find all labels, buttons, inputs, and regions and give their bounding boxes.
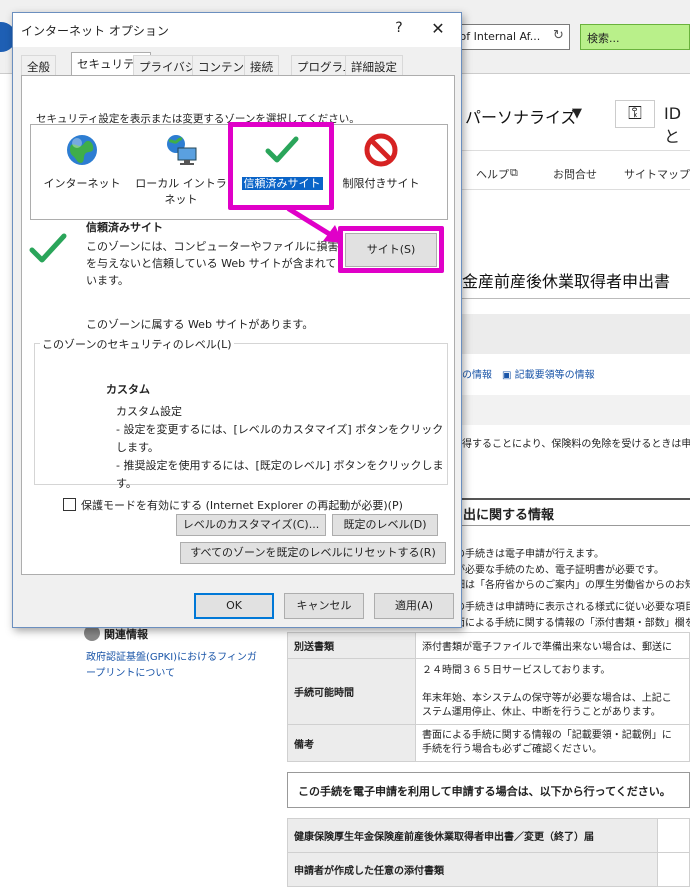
body-line: の手続きは申請時に表示される様式に従い必要な項目を xyxy=(455,602,690,613)
refresh-icon[interactable]: ↻ xyxy=(553,28,564,43)
info-band-2 xyxy=(455,395,690,425)
table-header: 健康保険厚生年金保険産前産後休業取得者申出書／変更（終了）届 xyxy=(287,818,658,853)
info-links[interactable]: の情報 ▣ 記載要領等の情報 xyxy=(462,366,595,381)
highlight-sites-button xyxy=(338,226,444,273)
zone-note: このゾーンに属する Web サイトがあります。 xyxy=(86,318,314,331)
body-text: 得することにより、保険料の免除を受けるときは申出が xyxy=(462,439,690,450)
tab-advanced[interactable]: 詳細設定 xyxy=(345,55,403,76)
form-table: 健康保険厚生年金保険産前産後休業取得者申出書／変更（終了）届 申請者が作成した任… xyxy=(287,818,690,887)
procedure-table: 別送書類 添付書類が電子ファイルで準備出来ない場合は、郵送に 手続可能時間 ２４時間… xyxy=(287,632,690,762)
tab-general[interactable]: 全般 xyxy=(21,55,56,76)
search-input[interactable]: 検索... xyxy=(580,24,690,50)
gpki-link[interactable]: 政府認証基盤(GPKI)におけるフィンガープリントについて xyxy=(86,650,266,682)
table-row: 別送書類 添付書類が電子ファイルで準備出来ない場合は、郵送に xyxy=(287,632,690,659)
table-header: 申請者が作成した任意の添付書類 xyxy=(287,852,658,887)
cancel-button[interactable]: キャンセル xyxy=(284,593,364,619)
protected-mode-label[interactable]: 保護モードを有効にする (Internet Explorer の再起動が必要)(… xyxy=(81,497,403,513)
notice-box: この手続を電子申請を利用して申請する場合は、以下から行ってください。 xyxy=(287,772,690,808)
zone-label: ローカル イントラネット xyxy=(135,177,227,206)
default-level-button[interactable]: 既定のレベル(D) xyxy=(332,514,438,536)
table-cell xyxy=(657,818,690,853)
intranet-icon xyxy=(164,133,198,167)
selected-zone-description: このゾーンには、コンピューターやファイルに損害を与えないと信頼している Web … xyxy=(86,240,339,287)
highlight-trusted-zone xyxy=(228,122,334,210)
selected-zone-name: 信頼済みサイト xyxy=(86,221,163,234)
zone-label: インターネット xyxy=(43,177,121,190)
table-header: 手続可能時間 xyxy=(287,658,416,725)
zone-intranet[interactable]: ローカル イントラネット xyxy=(133,133,229,207)
table-header: 別送書類 xyxy=(287,632,416,659)
protected-mode-checkbox[interactable] xyxy=(63,498,76,511)
key-icon[interactable]: ⚿ xyxy=(615,100,655,128)
tab-connections[interactable]: 接続 xyxy=(244,55,279,76)
close-button[interactable]: ✕ xyxy=(427,19,449,38)
personalize-menu[interactable]: パーソナライズ xyxy=(465,104,577,128)
id-link[interactable]: IDと xyxy=(664,104,690,147)
zone-restricted[interactable]: 制限付きサイト xyxy=(333,133,429,191)
page-title: 金産前産後休業取得者申出書 xyxy=(462,272,671,291)
ok-button[interactable]: OK xyxy=(194,593,274,619)
reset-all-zones-button[interactable]: すべてのゾーンを既定のレベルにリセットする(R) xyxy=(180,542,446,564)
body-line: 面による手続に関する情報の「添付書類・部数」欄を xyxy=(455,618,690,629)
apply-button[interactable]: 適用(A) xyxy=(374,593,454,619)
help-button[interactable]: ? xyxy=(389,20,409,36)
table-row: 申請者が作成した任意の添付書類 xyxy=(287,852,690,887)
custom-level-button[interactable]: レベルのカスタマイズ(C)... xyxy=(176,514,326,536)
globe-icon xyxy=(65,133,99,167)
divider xyxy=(455,298,690,299)
nav-help[interactable]: ヘルプ xyxy=(476,166,509,182)
restricted-icon xyxy=(364,133,398,167)
table-cell xyxy=(657,852,690,887)
table-row: 健康保険厚生年金保険産前産後休業取得者申出書／変更（終了）届 xyxy=(287,818,690,853)
zone-label: 制限付きサイト xyxy=(342,177,420,190)
section-heading: 出に関する情報 xyxy=(455,498,690,526)
nav-contact[interactable]: お問合せ xyxy=(553,166,597,182)
body-line: の手続きは電子申請が行えます。 xyxy=(455,549,604,560)
security-level-name: カスタム xyxy=(106,383,150,396)
body-line: 細は「各府省からのご案内」の厚生労働省からのお知 xyxy=(455,580,690,591)
dialog-title: インターネット オプション xyxy=(21,24,169,38)
zone-internet[interactable]: インターネット xyxy=(34,133,130,191)
body-line: が必要な手続のため、電子証明書が必要です。 xyxy=(455,565,664,576)
security-level-caption: このゾーンのセキュリティのレベル(L) xyxy=(40,336,234,352)
info-band xyxy=(455,314,690,354)
table-cell: 添付書類が電子ファイルで準備出来ない場合は、郵送に xyxy=(415,632,690,659)
table-cell: ２４時間３６５日サービスしております。 年末年始、本システムの保守等が必要な場合… xyxy=(415,658,690,725)
chevron-down-icon: ▼ xyxy=(572,106,582,121)
security-level-description: カスタム設定 - 設定を変更するには、[レベルのカスタマイズ] ボタンをクリック… xyxy=(116,405,444,490)
check-icon xyxy=(28,232,68,269)
table-cell: 書面による手続に関する情報の「記載要領・記載例」に 手続を行う場合も必ずご確認く… xyxy=(415,724,690,762)
table-header: 備考 xyxy=(287,724,416,762)
nav-sitemap[interactable]: サイトマップ xyxy=(624,166,690,182)
table-row: 手続可能時間 ２４時間３６５日サービスしております。 年末年始、本システムの保守等… xyxy=(287,658,690,725)
external-link-icon: ⧉ xyxy=(510,166,518,179)
table-row: 備考 書面による手続に関する情報の「記載要領・記載例」に 手続を行う場合も必ずご確… xyxy=(287,724,690,762)
related-heading: 関連情報 xyxy=(104,628,148,641)
